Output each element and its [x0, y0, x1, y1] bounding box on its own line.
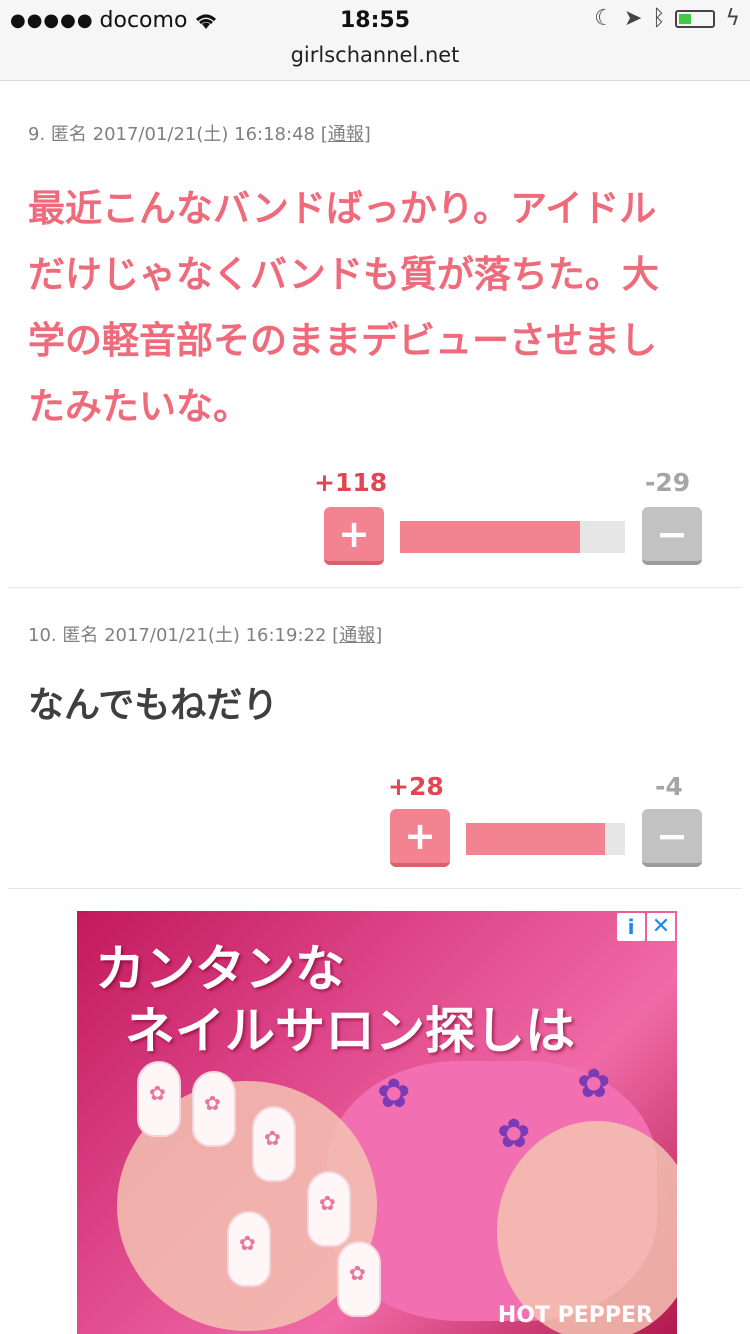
vote-ratio-fill [466, 823, 606, 855]
ad-image-flower: ✿ [497, 1111, 531, 1157]
vote-ratio-fill [400, 521, 580, 553]
plus-icon: + [338, 512, 370, 556]
comment-header: 10. 匿名 2017/01/21(土) 16:19:22 [28, 625, 327, 646]
report-link[interactable]: 通報 [339, 625, 375, 646]
charging-icon: ϟ [725, 6, 740, 31]
ad-image-flower: ✿ [577, 1061, 611, 1107]
ad-image-nail [307, 1171, 351, 1247]
minus-icon: − [656, 512, 688, 556]
status-bar: ●●●●● docomo 18:55 ☾ ➤ ᛒ ϟ girlschannel.… [0, 0, 750, 81]
comment-item: 9. 匿名 2017/01/21(土) 16:18:48 [通報] 最近こんなバ… [8, 90, 742, 588]
minus-icon: − [656, 814, 688, 858]
moon-icon: ☾ [594, 6, 614, 31]
advertisement-banner[interactable]: ✿ ✿ ✿ カンタンな ネイルサロン探しは i ✕ HOT PEPPER [77, 911, 677, 1334]
comment-line: たみたいな。 [28, 385, 250, 428]
bluetooth-icon: ᛒ [652, 6, 666, 31]
report-link[interactable]: 通報 [328, 124, 364, 145]
comment-header: 9. 匿名 2017/01/21(土) 16:18:48 [28, 124, 315, 145]
ad-image-flower: ✿ [377, 1071, 411, 1117]
plus-vote-count: +118 [314, 468, 388, 497]
status-icons: ☾ ➤ ᛒ ϟ [594, 6, 740, 31]
ad-image-nail [137, 1061, 181, 1137]
comment-line: なんでもねだり [28, 685, 279, 726]
comment-line: だけじゃなくバンドも質が落ちた。大 [28, 253, 659, 296]
minus-vote-count: -29 [645, 468, 691, 497]
ad-close-icon[interactable]: ✕ [647, 913, 675, 941]
vote-ratio-bar [466, 823, 625, 855]
plus-icon: + [404, 814, 436, 858]
location-arrow-icon: ➤ [623, 6, 643, 31]
comment-meta: 9. 匿名 2017/01/21(土) 16:18:48 [通報] [28, 124, 371, 145]
plus-vote-count: +28 [388, 772, 444, 801]
ad-image-nail [192, 1071, 236, 1147]
minus-vote-button[interactable]: − [642, 809, 702, 867]
comment-line: 学の軽音部そのままデビューさせまし [28, 319, 657, 362]
comment-meta: 10. 匿名 2017/01/21(土) 16:19:22 [通報] [28, 625, 383, 646]
plus-vote-button[interactable]: + [390, 809, 450, 867]
comment-line: 最近こんなバンドばっかり。アイドル [28, 187, 657, 230]
ad-info-icon[interactable]: i [617, 913, 645, 941]
comment-item: 10. 匿名 2017/01/21(土) 16:19:22 [通報] なんでもね… [8, 588, 742, 889]
battery-icon [675, 9, 716, 28]
address-bar-url[interactable]: girlschannel.net [0, 43, 750, 67]
ad-image-nail [337, 1241, 381, 1317]
minus-vote-button[interactable]: − [642, 507, 702, 565]
ad-brand-logo: HOT PEPPER [497, 1303, 653, 1328]
comment-body: なんでもねだり [28, 684, 718, 728]
ad-image-nail [227, 1211, 271, 1287]
comment-body: 最近こんなバンドばっかり。アイドル だけじゃなくバンドも質が落ちた。大 学の軽音… [28, 176, 718, 440]
ad-headline: ネイルサロン探しは [125, 1002, 575, 1060]
ad-image-nail [252, 1106, 296, 1182]
plus-vote-button[interactable]: + [324, 507, 384, 565]
vote-ratio-bar [400, 521, 625, 553]
minus-vote-count: -4 [655, 772, 683, 801]
